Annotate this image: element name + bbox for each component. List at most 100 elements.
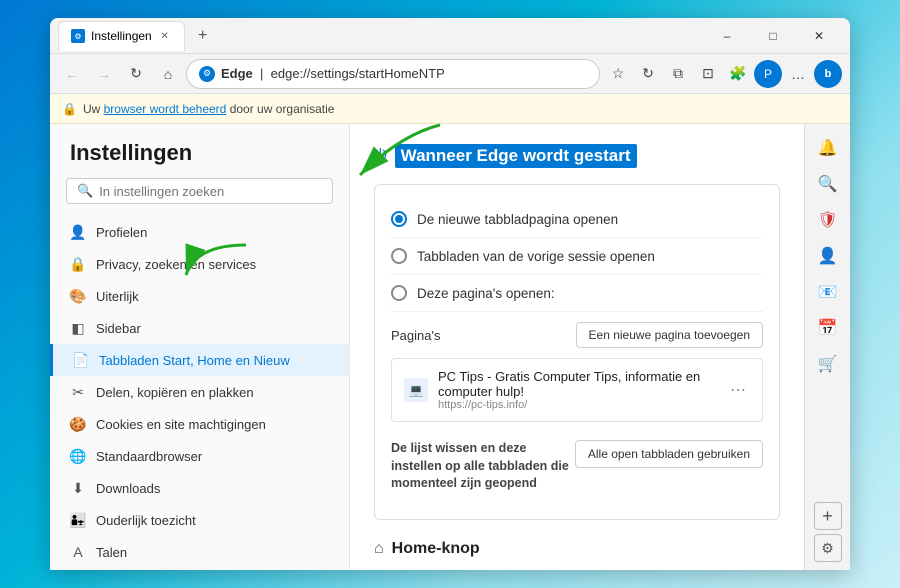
sidebar-item-privacy[interactable]: 🔒 Privacy, zoeken en services: [50, 248, 349, 280]
page-url: https://pc-tips.info/: [438, 399, 716, 411]
cookies-icon: 🍪: [70, 416, 86, 432]
browser-window: ⚙ Instellingen ✕ + – □ ✕ ← → ↻ ⌂ ⚙ Edge …: [50, 18, 850, 570]
minimize-button[interactable]: –: [704, 18, 750, 54]
action-text: De lijst wissen en deze instellen op all…: [391, 440, 575, 493]
prev-session-option[interactable]: Tabbladen van de vorige sessie openen: [391, 238, 763, 275]
privacy-icon: 🔒: [70, 256, 86, 272]
browser-tab[interactable]: ⚙ Instellingen ✕: [58, 21, 185, 51]
downloads-icon: ⬇: [70, 480, 86, 496]
toolbar: ← → ↻ ⌂ ⚙ Edge | edge://settings/startHo…: [50, 54, 850, 94]
profile-sidebar-icon[interactable]: 👤: [812, 240, 844, 272]
startup-section-title: Wanneer Edge wordt gestart: [395, 144, 637, 168]
address-prefix: Edge | edge://settings/startHomeNTP: [221, 66, 445, 81]
notifications-icon[interactable]: 🔔: [812, 132, 844, 164]
new-tab-button[interactable]: +: [189, 22, 217, 50]
prev-session-radio[interactable]: [391, 248, 407, 264]
new-tab-option[interactable]: De nieuwe tabbladpagina openen: [391, 201, 763, 238]
close-button[interactable]: ✕: [796, 18, 842, 54]
page-more-button[interactable]: ⋯: [726, 378, 750, 402]
new-tab-radio[interactable]: [391, 211, 407, 227]
open-pages-radio[interactable]: [391, 285, 407, 301]
info-bar-text: Uw browser wordt beheerd door uw organis…: [83, 102, 334, 116]
search-sidebar-icon[interactable]: 🔍: [812, 168, 844, 200]
startup-section-header: ⏻ Wanneer Edge wordt gestart: [374, 144, 780, 168]
sidebar-label-tabs: Tabbladen Start, Home en Nieuw: [99, 353, 290, 368]
sidebar-item-delen[interactable]: ✂ Delen, kopiëren en plakken: [50, 376, 349, 408]
pages-label: Pagina's: [391, 328, 440, 343]
pages-section: Pagina's Een nieuwe pagina toevoegen 💻 P…: [391, 312, 763, 503]
home-section: ⌂ Home-knop Knop Start op de werkbalk we…: [374, 540, 780, 571]
profile-button[interactable]: P: [754, 60, 782, 88]
refresh-button[interactable]: ↻: [122, 60, 150, 88]
sidebar-item-profielen[interactable]: 👤 Profielen: [50, 216, 349, 248]
sidebar-label-ouderlijk: Ouderlijk toezicht: [96, 513, 196, 528]
info-bar: 🔒 Uw browser wordt beheerd door uw organ…: [50, 94, 850, 124]
prev-session-label: Tabbladen van de vorige sessie openen: [417, 249, 655, 264]
new-tab-label: De nieuwe tabbladpagina openen: [417, 212, 618, 227]
search-icon: 🔍: [77, 183, 93, 199]
home-button[interactable]: ⌂: [154, 60, 182, 88]
sidebar-item-talen[interactable]: A Talen: [50, 536, 349, 568]
startup-settings-card: De nieuwe tabbladpagina openen Tabbladen…: [374, 184, 780, 520]
tabs-icon: 📄: [73, 352, 89, 368]
tab-favicon: ⚙: [71, 29, 85, 43]
search-input[interactable]: [99, 184, 322, 199]
page-info: PC Tips - Gratis Computer Tips, informat…: [438, 369, 716, 411]
outlook-icon[interactable]: 📧: [812, 276, 844, 308]
appearance-icon: 🎨: [70, 288, 86, 304]
managed-link[interactable]: browser wordt beheerd: [104, 102, 227, 116]
use-open-tabs-button[interactable]: Alle open tabbladen gebruiken: [575, 440, 763, 468]
pages-header: Pagina's Een nieuwe pagina toevoegen: [391, 322, 763, 348]
parental-icon: 👨‍👧: [70, 512, 86, 528]
sidebar-item-sidebar[interactable]: ◧ Sidebar: [50, 312, 349, 344]
settings-title: Instellingen: [50, 140, 349, 178]
maximize-button[interactable]: □: [750, 18, 796, 54]
page-title: PC Tips - Gratis Computer Tips, informat…: [438, 369, 716, 399]
sidebar-label-downloads: Downloads: [96, 481, 160, 496]
sidebar-item-ouderlijk[interactable]: 👨‍👧 Ouderlijk toezicht: [50, 504, 349, 536]
sidebar-toggle-button[interactable]: ⊡: [694, 60, 722, 88]
sidebar-item-printers[interactable]: 🖨 Printers: [50, 568, 349, 570]
bing-button[interactable]: b: [814, 60, 842, 88]
open-pages-option[interactable]: Deze pagina's openen:: [391, 275, 763, 312]
more-button[interactable]: …: [784, 60, 812, 88]
sidebar-item-tabs[interactable]: 📄 Tabbladen Start, Home en Nieuw: [50, 344, 349, 376]
sidebar-item-uiterlijk[interactable]: 🎨 Uiterlijk: [50, 280, 349, 312]
add-panel-button[interactable]: +: [814, 502, 842, 530]
languages-icon: A: [70, 544, 86, 560]
split-button[interactable]: ⧉: [664, 60, 692, 88]
sidebar-label-cookies: Cookies en site machtigingen: [96, 417, 266, 432]
back-button[interactable]: ←: [58, 60, 86, 88]
sidebar-label-delen: Delen, kopiëren en plakken: [96, 385, 254, 400]
search-box[interactable]: 🔍: [66, 178, 333, 204]
shop-icon[interactable]: 🛒: [812, 348, 844, 380]
sidebar-label-talen: Talen: [96, 545, 127, 560]
address-bar[interactable]: ⚙ Edge | edge://settings/startHomeNTP: [186, 59, 600, 89]
profile-icon: 👤: [70, 224, 86, 240]
power-icon: ⏻: [374, 147, 387, 165]
lock-icon: 🔒: [62, 102, 77, 116]
settings-main: ⏻ Wanneer Edge wordt gestart De nieuwe t…: [350, 124, 804, 570]
content-area: Instellingen 🔍 👤 Profielen 🔒 Privacy, zo…: [50, 124, 850, 570]
security-sidebar-icon[interactable]: 🛡: [812, 204, 844, 236]
favorites-button[interactable]: ☆: [604, 60, 632, 88]
sidebar-icon: ◧: [70, 320, 86, 336]
sidebar-item-downloads[interactable]: ⬇ Downloads: [50, 472, 349, 504]
action-row: De lijst wissen en deze instellen op all…: [391, 430, 763, 493]
home-title: Home-knop: [392, 540, 480, 558]
collections-button[interactable]: ↻: [634, 60, 662, 88]
settings-panel-button[interactable]: ⚙: [814, 534, 842, 562]
sidebar-label-sidebar: Sidebar: [96, 321, 141, 336]
tab-close-button[interactable]: ✕: [158, 29, 172, 43]
calendar-icon[interactable]: 📅: [812, 312, 844, 344]
page-favicon: 💻: [404, 378, 428, 402]
sidebar-item-cookies[interactable]: 🍪 Cookies en site machtigingen: [50, 408, 349, 440]
add-page-button[interactable]: Een nieuwe pagina toevoegen: [576, 322, 763, 348]
forward-button[interactable]: →: [90, 60, 118, 88]
sidebar-item-standaard[interactable]: 🌐 Standaardbrowser: [50, 440, 349, 472]
title-bar-left: ⚙ Instellingen ✕ +: [58, 21, 217, 51]
extensions-button[interactable]: 🧩: [724, 60, 752, 88]
open-pages-label: Deze pagina's openen:: [417, 286, 555, 301]
tab-title: Instellingen: [91, 29, 152, 43]
page-item: 💻 PC Tips - Gratis Computer Tips, inform…: [391, 358, 763, 422]
